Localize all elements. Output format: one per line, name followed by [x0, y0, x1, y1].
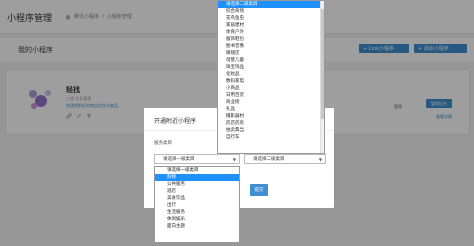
dropdown-option[interactable]: 购物	[155, 174, 239, 181]
dropdown-option[interactable]: 请选择二级类目	[218, 1, 324, 8]
scrollbar[interactable]	[320, 1, 324, 153]
dropdown-option[interactable]: 生活服务	[155, 209, 239, 216]
dropdown-option[interactable]: 小商品	[218, 85, 324, 92]
primary-category-dropdown[interactable]: 请选择一级类目 购物 公共服务 酒店 美食饮品 出行 生活服务 休闲娱乐 面向主题	[154, 166, 240, 243]
secondary-category-value: 请选择二级类目	[253, 157, 285, 162]
service-category-label: 服务类目	[154, 141, 172, 146]
dropdown-option[interactable]: 商业街	[218, 99, 324, 106]
dropdown-option[interactable]: 休闲娱乐	[155, 216, 239, 223]
dropdown-option[interactable]: 体育户外	[218, 29, 324, 36]
primary-category-value: 请选择一级类目	[163, 157, 195, 162]
dropdown-option[interactable]: 母婴儿童	[218, 57, 324, 64]
dropdown-option[interactable]: 自行车	[218, 134, 324, 141]
dropdown-option[interactable]: 珠宝饰品	[218, 64, 324, 71]
chevron-down-icon: ▼	[232, 157, 236, 162]
dropdown-option[interactable]: 数码家电	[218, 78, 324, 85]
dropdown-option[interactable]: 综合商场	[218, 8, 324, 15]
dropdown-option[interactable]: 服饰鞋包	[218, 36, 324, 43]
dropdown-option[interactable]: 礼品	[218, 106, 324, 113]
dropdown-option[interactable]: 家居建材	[218, 22, 324, 29]
scrollbar-thumb[interactable]	[321, 9, 324, 119]
dropdown-option[interactable]: 眼镜店	[218, 50, 324, 57]
dropdown-option[interactable]: 美食饮品	[155, 195, 239, 202]
chevron-down-icon: ▼	[318, 157, 322, 162]
dropdown-option[interactable]: 面向主题	[155, 223, 239, 230]
dropdown-option[interactable]: 摄影器材	[218, 113, 324, 120]
secondary-category-select[interactable]: 请选择二级类目 ▼	[244, 154, 326, 164]
dropdown-option[interactable]: 图书音像	[218, 43, 324, 50]
primary-category-select[interactable]: 请选择一级类目 ▼	[154, 154, 240, 164]
dropdown-option[interactable]: 日用百货	[218, 92, 324, 99]
modal-title: 开通附近小程序	[154, 118, 197, 125]
dropdown-option[interactable]: 花鸟鱼虫	[218, 15, 324, 22]
dropdown-option[interactable]: 化妆品	[218, 71, 324, 78]
submit-button[interactable]: 提交	[250, 184, 268, 196]
dropdown-option[interactable]: 拍卖典当	[218, 127, 324, 134]
dropdown-option[interactable]: 酒店	[155, 188, 239, 195]
dropdown-option[interactable]: 公共服务	[155, 181, 239, 188]
dropdown-option[interactable]: 请选择一级类目	[155, 167, 239, 174]
secondary-category-dropdown[interactable]: 请选择二级类目 综合商场 花鸟鱼虫 家居建材 体育户外 服饰鞋包 图书音像 眼镜店 母婴儿童 珠宝…	[217, 0, 325, 154]
dropdown-option[interactable]: 药店药房	[218, 120, 324, 127]
dropdown-option[interactable]: 出行	[155, 202, 239, 209]
